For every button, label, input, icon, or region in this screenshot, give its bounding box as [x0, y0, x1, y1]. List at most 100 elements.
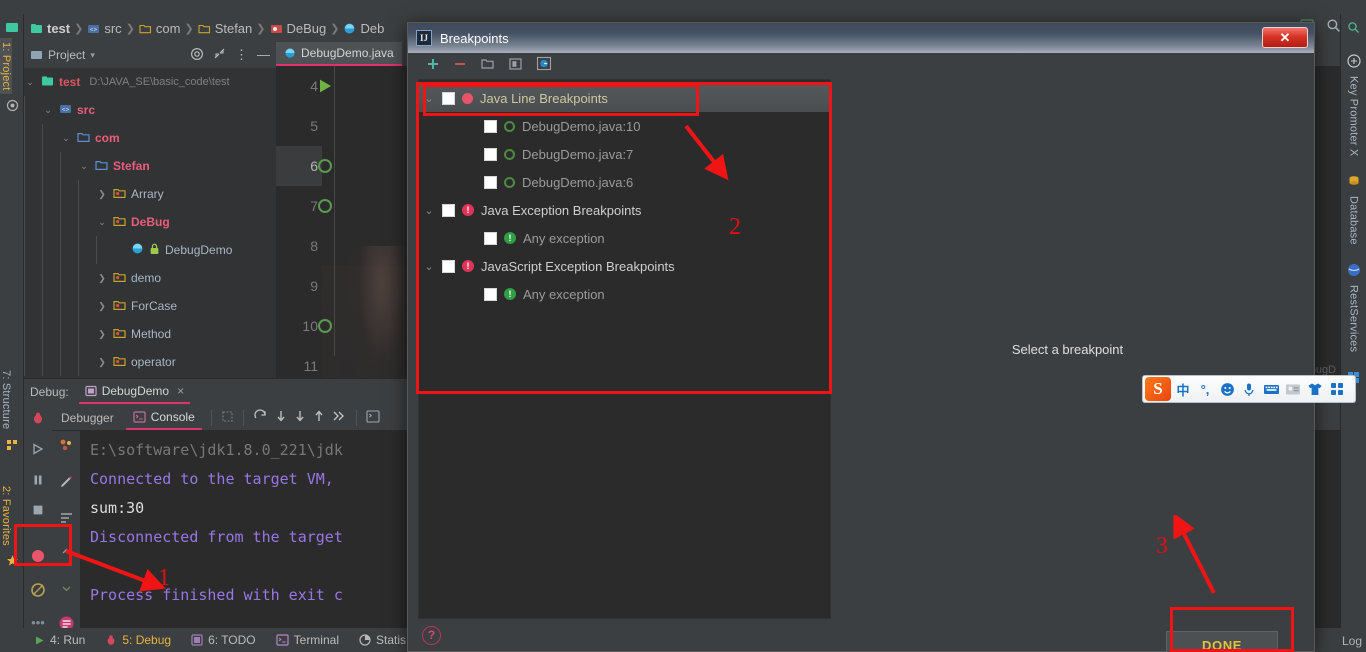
- chevron-down-icon[interactable]: ⌄: [78, 161, 90, 172]
- breakpoint-tree-row[interactable]: DebugDemo.java:10: [419, 112, 830, 140]
- chevron-down-icon[interactable]: ⌄: [423, 92, 435, 105]
- keyboard-icon[interactable]: [1261, 378, 1281, 400]
- breakpoint-tree-row[interactable]: ⌄! Java Exception Breakpoints: [419, 196, 830, 224]
- breadcrumb-item-class[interactable]: Deb: [343, 21, 384, 36]
- smiley-icon[interactable]: [1217, 378, 1237, 400]
- status-item-statistic[interactable]: Statis: [349, 628, 416, 652]
- remove-breakpoint-button[interactable]: [453, 57, 467, 76]
- chevron-down-icon[interactable]: ⌄: [42, 105, 54, 116]
- sidebar-item-project[interactable]: 1: Project: [0, 38, 12, 95]
- chevron-right-icon[interactable]: ❯: [96, 301, 108, 312]
- scroll-up-icon[interactable]: [60, 547, 73, 565]
- options-icon[interactable]: ⋮: [235, 48, 248, 61]
- chevron-right-icon[interactable]: ❯: [96, 329, 108, 340]
- scroll-down-icon[interactable]: [60, 581, 73, 599]
- tree-node-operator[interactable]: ❯ operator: [24, 348, 276, 376]
- group-by-file-icon[interactable]: [480, 57, 495, 76]
- breadcrumb-item-test[interactable]: test: [30, 21, 70, 36]
- sogou-logo-icon[interactable]: S: [1145, 377, 1171, 401]
- status-item-debug[interactable]: 5: Debug: [95, 628, 181, 652]
- done-button[interactable]: DONE: [1166, 631, 1278, 652]
- restore-layout-icon[interactable]: [58, 437, 74, 458]
- chevron-down-icon[interactable]: ⌄: [24, 77, 36, 88]
- add-breakpoint-button[interactable]: [426, 57, 440, 76]
- sidebar-item-structure[interactable]: 7: Structure: [0, 366, 12, 433]
- breadcrumb-item-debug[interactable]: DeBug: [270, 21, 326, 36]
- tree-node-stefan[interactable]: ⌄ Stefan: [24, 152, 276, 180]
- skin-icon[interactable]: [1305, 378, 1325, 400]
- breakpoint-enabled-checkbox[interactable]: [442, 203, 455, 217]
- tree-node-test[interactable]: ⌄ test D:\JAVA_SE\basic_code\test: [24, 68, 276, 96]
- chevron-down-icon[interactable]: ⌄: [423, 204, 435, 217]
- hide-icon[interactable]: —: [257, 48, 270, 61]
- project-panel-title[interactable]: Project ▾: [30, 48, 95, 62]
- breakpoint-enabled-checkbox[interactable]: [484, 231, 497, 245]
- breakpoint-enabled-checkbox[interactable]: [484, 147, 497, 161]
- editor-tab-debugdemo[interactable]: DebugDemo.java: [276, 42, 402, 66]
- ime-language-toggle[interactable]: 中: [1173, 378, 1193, 400]
- move-to-group-icon[interactable]: [508, 57, 523, 76]
- breadcrumb-item-com[interactable]: com: [139, 21, 180, 36]
- stop-program-button[interactable]: [32, 503, 44, 521]
- status-item-terminal[interactable]: Terminal: [266, 628, 349, 652]
- tree-node-debug[interactable]: ⌄ DeBug: [24, 208, 276, 236]
- step-into-icon[interactable]: [293, 409, 307, 426]
- target-icon[interactable]: [190, 47, 204, 64]
- microphone-icon[interactable]: [1239, 378, 1259, 400]
- breakpoints-tree-panel[interactable]: ⌄ Java Line Breakpoints DebugDemo.java:10 D…: [418, 79, 831, 619]
- chevron-down-icon[interactable]: ▾: [90, 50, 95, 61]
- run-line-marker[interactable]: [314, 66, 344, 106]
- tree-node-method[interactable]: ❯ Method: [24, 320, 276, 348]
- view-breakpoints-button[interactable]: [29, 547, 47, 570]
- bug-rail-icon[interactable]: [0, 94, 24, 116]
- status-item-todo[interactable]: 6: TODO: [181, 628, 266, 652]
- breakpoint-enabled-checkbox[interactable]: [442, 259, 455, 273]
- chevron-right-icon[interactable]: ❯: [96, 357, 108, 368]
- sidebar-item-rest-services[interactable]: RestServices: [1348, 281, 1360, 356]
- breakpoint-enabled-checkbox[interactable]: [484, 175, 497, 189]
- step-out-icon[interactable]: [312, 409, 326, 426]
- breakpoint-tree-row[interactable]: ! Any exception: [419, 224, 830, 252]
- tree-node-com[interactable]: ⌄ com: [24, 124, 276, 152]
- run-to-cursor-icon[interactable]: [331, 409, 347, 426]
- breakpoint-tree-row[interactable]: DebugDemo.java:7: [419, 140, 830, 168]
- search-icon[interactable]: [1342, 16, 1366, 38]
- tree-node-src[interactable]: ⌄ <> src: [24, 96, 276, 124]
- breakpoint-marker[interactable]: [314, 186, 344, 226]
- debug-session-tab[interactable]: DebugDemo ×: [78, 380, 191, 404]
- gutter-empty-slot[interactable]: [314, 226, 344, 266]
- tab-console[interactable]: Console: [125, 405, 202, 430]
- sidebar-item-database[interactable]: Database: [1348, 192, 1360, 249]
- status-item-run[interactable]: 4: Run: [24, 628, 95, 652]
- breakpoint-enabled-checkbox[interactable]: [484, 119, 497, 133]
- breakpoint-tree-row[interactable]: ⌄ Java Line Breakpoints: [419, 84, 830, 112]
- search-everywhere-icon[interactable]: [1326, 18, 1340, 32]
- sidebar-item-key-promoter[interactable]: Key Promoter X: [1348, 72, 1360, 160]
- chevron-down-icon[interactable]: ⌄: [423, 260, 435, 273]
- dialog-title-bar[interactable]: IJ Breakpoints ✕: [408, 23, 1314, 53]
- tree-node-debugdemo[interactable]: DebugDemo: [24, 236, 276, 264]
- console-toggle-icon[interactable]: [366, 409, 380, 426]
- breakpoint-enabled-checkbox[interactable]: [442, 91, 455, 105]
- mute-breakpoints-icon[interactable]: [536, 56, 552, 76]
- chevron-right-icon[interactable]: ❯: [96, 189, 108, 200]
- tab-debugger[interactable]: Debugger: [54, 405, 121, 430]
- breakpoints-scrollbar[interactable]: [820, 80, 830, 618]
- breadcrumb-item-stefan[interactable]: Stefan: [198, 21, 252, 36]
- tree-node-forcase[interactable]: ❯ ForCase: [24, 292, 276, 320]
- chevron-right-icon[interactable]: ❯: [96, 273, 108, 284]
- gutter-empty-slot[interactable]: [314, 106, 344, 146]
- breakpoint-tree-row[interactable]: ! Any exception: [419, 280, 830, 308]
- tree-node-demo[interactable]: ❯ demo: [24, 264, 276, 292]
- close-icon[interactable]: ×: [177, 384, 184, 398]
- layout-icon[interactable]: [221, 410, 234, 426]
- soft-wrap-icon[interactable]: [59, 511, 74, 531]
- ime-punctuation-toggle[interactable]: °,: [1195, 378, 1215, 400]
- project-tree[interactable]: ⌄ test D:\JAVA_SE\basic_code\test ⌄ <> src ⌄ co…: [24, 68, 276, 378]
- help-icon[interactable]: ?: [422, 625, 441, 645]
- breakpoint-marker[interactable]: [314, 146, 344, 186]
- chevron-down-icon[interactable]: ⌄: [96, 217, 108, 228]
- sidebar-item-favorites[interactable]: 2: Favorites: [0, 482, 12, 550]
- breakpoint-enabled-checkbox[interactable]: [484, 287, 497, 301]
- chevron-down-icon[interactable]: ⌄: [60, 133, 72, 144]
